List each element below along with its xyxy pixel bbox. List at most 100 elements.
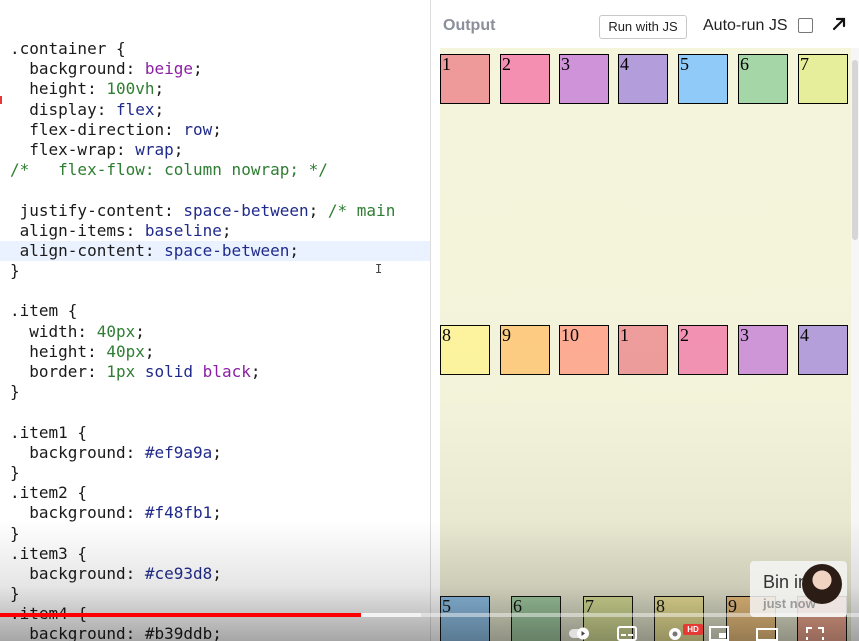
output-flex-container: 1 2 3 4 5 6 7 8 9 10 1 2 3 4 5 6 7 8 9 bbox=[440, 48, 851, 641]
code-line[interactable]: .item { bbox=[0, 301, 430, 321]
auto-run-js-label[interactable]: Auto-run JS bbox=[703, 15, 787, 37]
code-line[interactable] bbox=[0, 180, 430, 200]
code-line[interactable]: justify-content: space-between; /* main bbox=[0, 201, 430, 221]
code-token: .container { bbox=[10, 39, 126, 58]
flex-item: 4 bbox=[798, 325, 848, 375]
code-line[interactable]: .item3 { bbox=[0, 544, 430, 564]
code-token: .item { bbox=[10, 301, 78, 321]
code-token: } bbox=[10, 261, 20, 281]
flex-item: 3 bbox=[559, 54, 609, 104]
code-token: background: bbox=[10, 59, 145, 79]
code-area[interactable]: .container { background: beige; height: … bbox=[0, 39, 430, 641]
video-played-bar bbox=[0, 613, 361, 617]
code-token: black bbox=[202, 362, 251, 381]
code-line[interactable]: background: #b39ddb; bbox=[0, 624, 430, 641]
code-token: beige bbox=[144, 59, 194, 79]
flex-item: 1 bbox=[618, 325, 668, 375]
code-token: ; bbox=[173, 139, 184, 159]
flex-item: 2 bbox=[500, 54, 550, 104]
code-line[interactable]: background: #f48fb1; bbox=[0, 503, 430, 523]
miniplayer-icon[interactable] bbox=[708, 624, 730, 641]
code-line[interactable]: .item2 { bbox=[0, 483, 430, 503]
code-token: } bbox=[10, 584, 20, 604]
code-token: height: bbox=[10, 341, 107, 361]
code-token: #ef9a9a bbox=[144, 442, 213, 462]
output-header: Output Run with JS Auto-run JS bbox=[431, 0, 859, 48]
code-line[interactable]: flex-direction: row; bbox=[0, 120, 430, 140]
flex-item: 4 bbox=[618, 54, 668, 104]
code-token: ; bbox=[135, 321, 145, 341]
code-line[interactable]: align-items: baseline; bbox=[0, 221, 430, 241]
code-line[interactable]: background: beige; bbox=[0, 59, 430, 79]
autoplay-toggle-icon[interactable] bbox=[568, 624, 590, 641]
code-token: ; bbox=[250, 362, 261, 381]
code-line[interactable]: border: 1px solid black; bbox=[0, 362, 430, 382]
code-token: #f48fb1 bbox=[144, 503, 213, 523]
code-line[interactable]: height: 100vh; bbox=[0, 79, 430, 99]
code-token: 40px bbox=[106, 341, 145, 361]
code-line[interactable] bbox=[0, 402, 430, 422]
code-line[interactable]: /* flex-flow: column nowrap; */ bbox=[0, 160, 430, 180]
channel-watermark[interactable]: Bin in just now bbox=[750, 561, 847, 617]
code-token: background: bbox=[10, 442, 145, 462]
code-line[interactable]: flex-wrap: wrap; bbox=[0, 140, 430, 160]
avatar bbox=[802, 564, 842, 604]
code-token: /* main bbox=[327, 200, 396, 220]
flex-item: 9 bbox=[500, 325, 550, 375]
code-token: .item2 { bbox=[10, 483, 88, 503]
code-token: 1px bbox=[106, 362, 136, 381]
theater-mode-icon[interactable] bbox=[756, 624, 778, 641]
code-token: .item3 { bbox=[10, 543, 88, 563]
arrow-up-right-icon[interactable] bbox=[829, 14, 849, 34]
fullscreen-icon[interactable] bbox=[804, 624, 826, 641]
code-token: .item1 { bbox=[10, 422, 88, 442]
code-token: flex-wrap: bbox=[10, 139, 136, 159]
flex-item: 3 bbox=[738, 325, 788, 375]
code-token: width: bbox=[10, 321, 97, 341]
code-token: 100vh bbox=[106, 79, 155, 99]
code-line[interactable]: } bbox=[0, 463, 430, 483]
code-line[interactable]: } bbox=[0, 382, 430, 402]
flex-item: 8 bbox=[440, 325, 490, 375]
code-token: background: bbox=[10, 563, 145, 583]
code-line[interactable]: align-content: space-between; bbox=[0, 240, 430, 262]
subtitles-icon[interactable] bbox=[616, 624, 638, 641]
flex-item: 5 bbox=[678, 54, 728, 104]
code-token: ; bbox=[144, 341, 155, 361]
output-scrollbar-thumb[interactable] bbox=[852, 60, 858, 240]
code-token: } bbox=[10, 462, 20, 482]
code-token: } bbox=[10, 382, 20, 402]
code-line[interactable]: width: 40px; bbox=[0, 322, 430, 342]
code-token: 40px bbox=[96, 321, 136, 341]
code-line[interactable]: .container { bbox=[0, 39, 430, 59]
code-token: align-items: bbox=[10, 220, 145, 240]
code-line[interactable]: } bbox=[0, 524, 430, 544]
code-token: flex bbox=[115, 99, 155, 119]
code-line[interactable] bbox=[0, 281, 430, 301]
code-line[interactable]: } bbox=[0, 584, 430, 604]
code-token: ; bbox=[212, 442, 222, 462]
code-token: ; bbox=[212, 563, 222, 583]
code-token: ; bbox=[193, 59, 203, 79]
code-token: justify-content: bbox=[10, 200, 184, 220]
code-line[interactable]: } bbox=[0, 261, 430, 281]
code-line[interactable]: background: #ce93d8; bbox=[0, 564, 430, 584]
flex-item: 7 bbox=[798, 54, 848, 104]
code-token: ; bbox=[221, 220, 232, 240]
flex-item: 10 bbox=[559, 325, 609, 375]
auto-run-js-checkbox[interactable] bbox=[798, 18, 813, 33]
flex-item: 5 bbox=[440, 596, 490, 641]
code-line[interactable]: height: 40px; bbox=[0, 342, 430, 362]
video-progress-bar[interactable] bbox=[0, 613, 859, 617]
run-with-js-button[interactable]: Run with JS bbox=[599, 15, 687, 39]
text-cursor-icon: I bbox=[375, 262, 383, 276]
css-editor-pane[interactable]: .container { background: beige; height: … bbox=[0, 0, 431, 641]
code-line[interactable]: display: flex; bbox=[0, 100, 430, 120]
code-token: flex-direction: bbox=[10, 119, 184, 139]
code-token: row bbox=[183, 119, 213, 139]
code-token: ; bbox=[289, 240, 299, 260]
code-token: baseline bbox=[144, 220, 222, 240]
flex-item: 1 bbox=[440, 54, 490, 104]
code-line[interactable]: .item1 { bbox=[0, 423, 430, 443]
code-line[interactable]: background: #ef9a9a; bbox=[0, 443, 430, 463]
